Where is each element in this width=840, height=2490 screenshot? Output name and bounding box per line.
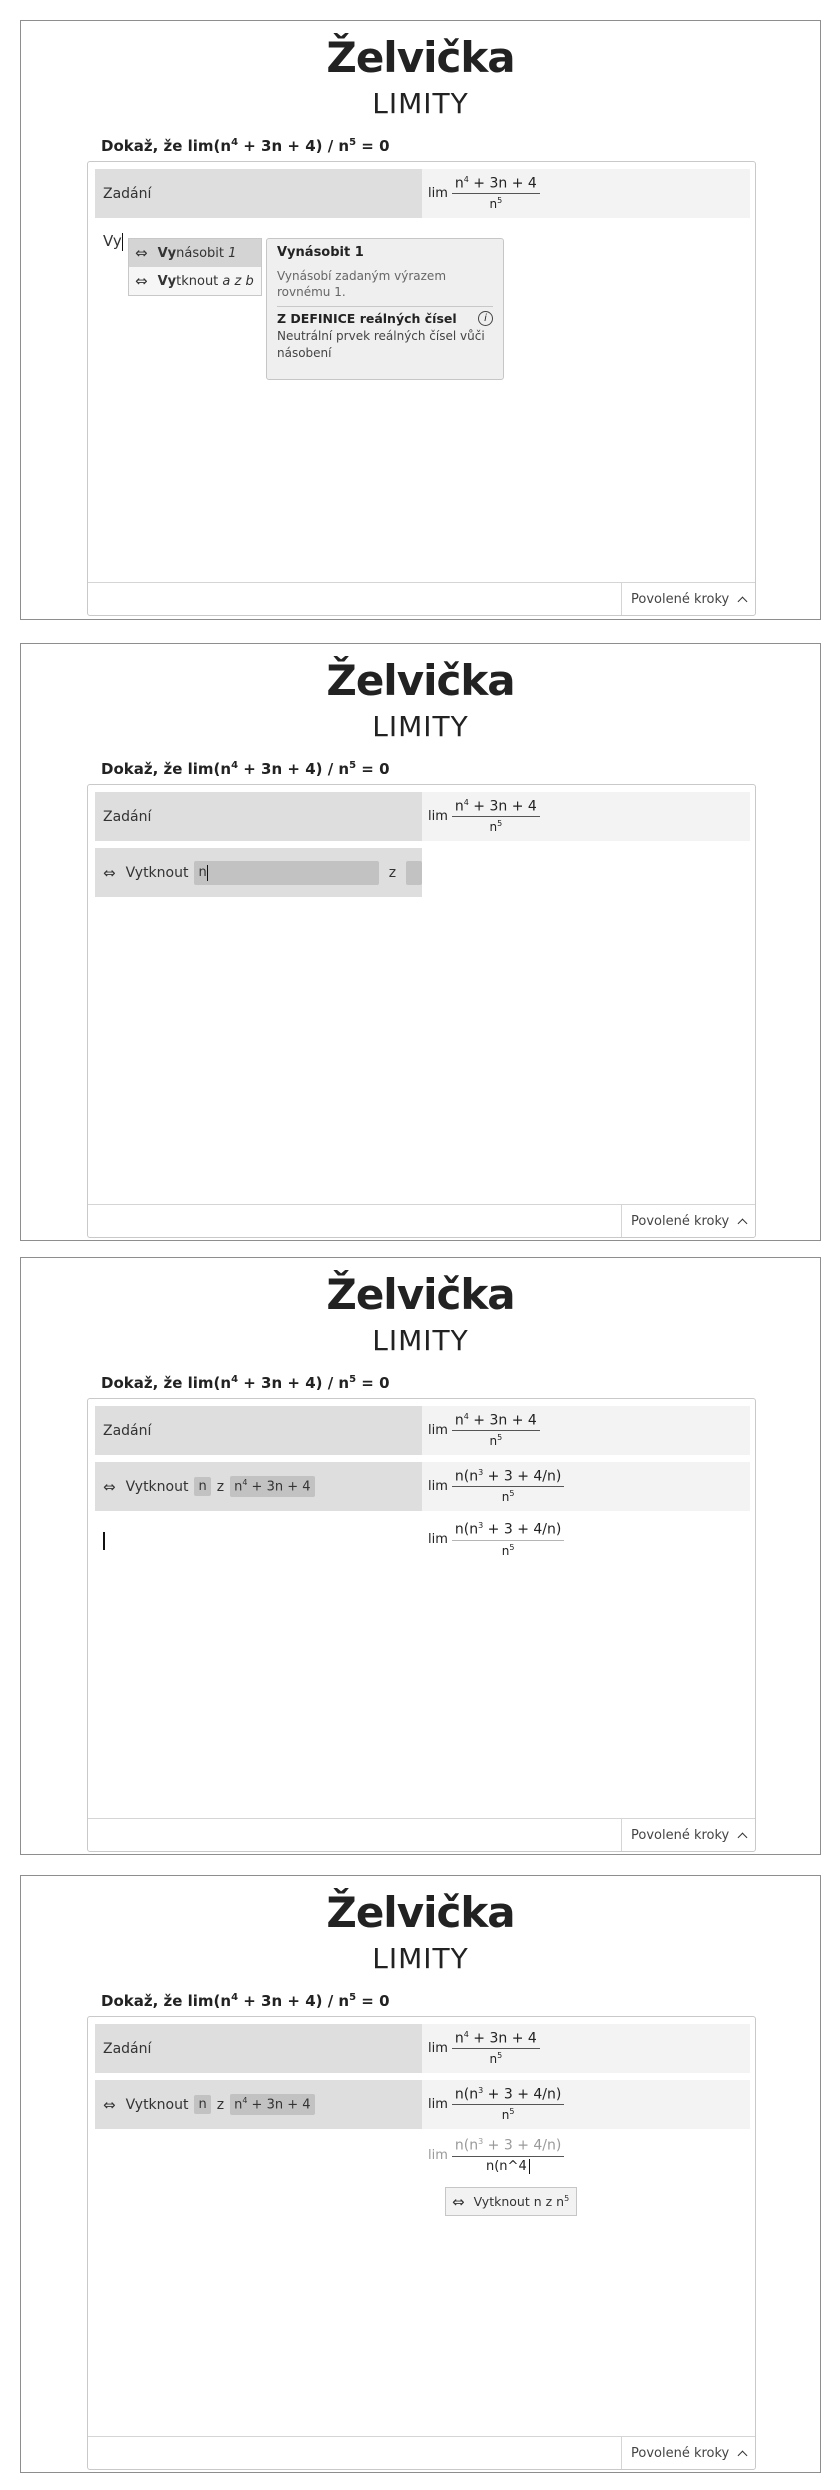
given-label: Zadání [95, 2024, 422, 2073]
factor-chip[interactable]: n [194, 1477, 211, 1496]
tooltip-definition-text: Neutrální prvek reálných čísel vůči náso… [277, 329, 485, 360]
screenshot-panel-1: Želvička LIMITY Dokaž, že lim(n4 + 3n + … [20, 20, 821, 620]
allowed-steps-button[interactable]: Povolené kroky [621, 1819, 755, 1851]
equivalence-arrow-icon: ⇔ [135, 272, 148, 290]
autocomplete-list: ⇔ Vynásobit 1 ⇔ Vytknout a z b [128, 238, 262, 296]
workspace-footer: Povolené kroky [88, 1818, 755, 1851]
factor-input[interactable]: n [194, 860, 379, 885]
problem-statement: Dokaž, že lim(n4 + 3n + 4) / n5 = 0 [101, 1992, 390, 2010]
workspace-footer: Povolené kroky [88, 1204, 755, 1237]
given-row: Zadání lim n4 + 3n + 4 n5 [95, 2024, 750, 2073]
problem-statement: Dokaž, že lim(n4 + 3n + 4) / n5 = 0 [101, 1374, 390, 1392]
given-label: Zadání [95, 1406, 422, 1455]
app-subtitle: LIMITY [372, 1942, 469, 1975]
given-expression: lim n4 + 3n + 4 n5 [422, 792, 750, 841]
denominator-input[interactable]: n(n^4 [486, 2159, 527, 2174]
step-between-label: z [388, 864, 397, 881]
app-subtitle: LIMITY [372, 710, 469, 743]
app-subtitle: LIMITY [372, 87, 469, 120]
proof-workspace: Zadání lim n4 + 3n + 4 n5 ⇔ Vytknout n z n… [87, 2016, 756, 2470]
step-name: Vytknout [125, 2096, 189, 2113]
step-input[interactable]: Vy [103, 232, 124, 251]
chevron-up-icon [737, 2450, 748, 2460]
proof-workspace: Zadání lim n4 + 3n + 4 n5 Vy ⇔ Vynásobit 1 … [87, 161, 756, 616]
autocomplete-item-vynasobit[interactable]: ⇔ Vynásobit 1 [129, 239, 261, 267]
text-caret [528, 2158, 531, 2174]
autocomplete-item-vytknout[interactable]: ⇔ Vytknout a z b [129, 267, 261, 295]
proof-workspace: Zadání lim n4 + 3n + 4 n5 ⇔ Vytknout n z n… [87, 1398, 756, 1852]
step-result: lim n(n3 + 3 + 4/n) n5 [422, 2080, 750, 2129]
step-suggestion[interactable]: ⇔ Vytknout n z n5 [445, 2187, 577, 2216]
app-title: Želvička [326, 33, 515, 82]
step-between-label: z [216, 2096, 225, 2113]
info-icon[interactable]: i [478, 311, 493, 327]
given-label: Zadání [95, 169, 422, 218]
new-step-caret[interactable] [103, 1532, 105, 1550]
expression-chip[interactable]: n4 + 3n + 4 [230, 2094, 315, 2115]
equivalence-arrow-icon: ⇔ [135, 244, 148, 262]
problem-statement: Dokaž, že lim(n4 + 3n + 4) / n5 = 0 [101, 760, 390, 778]
given-label: Zadání [95, 792, 422, 841]
step-row: ⇔ Vytknout n z n4 + 3n + 4 lim n(n3 + 3 +… [95, 2080, 750, 2129]
proof-workspace: Zadání lim n4 + 3n + 4 n5 ⇔ Vytknout n z P… [87, 784, 756, 1238]
step-result: lim n(n3 + 3 + 4/n) n5 [422, 1462, 750, 1511]
app-title: Želvička [326, 1888, 515, 1937]
workspace-footer: Povolené kroky [88, 2436, 755, 2469]
step-name: Vytknout [125, 1478, 189, 1495]
screenshot-panel-3: Želvička LIMITY Dokaž, že lim(n4 + 3n + … [20, 1257, 821, 1855]
step-tooltip: Vynásobit 1 Vynásobí zadaným výrazem rov… [266, 238, 504, 380]
allowed-steps-button[interactable]: Povolené kroky [621, 2437, 755, 2469]
allowed-steps-button[interactable]: Povolené kroky [621, 583, 755, 615]
screenshot-panel-2: Želvička LIMITY Dokaž, že lim(n4 + 3n + … [20, 643, 821, 1241]
preview-expression: lim n(n3 + 3 + 4/n) n5 [428, 1521, 565, 1559]
step-row-editing: ⇔ Vytknout n z [95, 848, 422, 897]
tooltip-description: Vynásobí zadaným výrazem rovnému 1. [277, 269, 447, 300]
expression-input[interactable] [406, 860, 422, 885]
app-subtitle: LIMITY [372, 1324, 469, 1357]
given-expression: lim n4 + 3n + 4 n5 [422, 1406, 750, 1455]
text-caret [121, 232, 124, 251]
text-caret [206, 864, 209, 881]
equivalence-arrow-icon: ⇔ [452, 2192, 465, 2211]
tooltip-title: Vynásobit 1 [277, 245, 364, 260]
screenshot-panel-4: Želvička LIMITY Dokaž, že lim(n4 + 3n + … [20, 1875, 821, 2473]
step-row: ⇔ Vytknout n z n4 + 3n + 4 lim n(n3 + 3 +… [95, 1462, 750, 1511]
given-row: Zadání lim n4 + 3n + 4 n5 [95, 792, 750, 841]
expression-chip[interactable]: n4 + 3n + 4 [230, 1476, 315, 1497]
equivalence-arrow-icon: ⇔ [103, 1477, 116, 1496]
app-title: Želvička [326, 1270, 515, 1319]
editing-expression[interactable]: lim n(n3 + 3 + 4/n) n(n^4 [428, 2137, 565, 2175]
tooltip-definition-title: Z DEFINICE reálných čísel i [277, 311, 493, 327]
chevron-up-icon [737, 1832, 748, 1842]
workspace-footer: Povolené kroky [88, 582, 755, 615]
chevron-up-icon [737, 1218, 748, 1228]
equivalence-arrow-icon: ⇔ [103, 863, 116, 882]
allowed-steps-button[interactable]: Povolené kroky [621, 1205, 755, 1237]
factor-chip[interactable]: n [194, 2095, 211, 2114]
chevron-up-icon [737, 596, 748, 606]
step-name: Vytknout [125, 864, 189, 881]
given-expression: lim n4 + 3n + 4 n5 [422, 169, 750, 218]
equivalence-arrow-icon: ⇔ [103, 2095, 116, 2114]
given-expression: lim n4 + 3n + 4 n5 [422, 2024, 750, 2073]
step-between-label: z [216, 1478, 225, 1495]
given-row: Zadání lim n4 + 3n + 4 n5 [95, 169, 750, 218]
problem-statement: Dokaž, že lim(n4 + 3n + 4) / n5 = 0 [101, 137, 390, 155]
app-title: Želvička [326, 656, 515, 705]
given-row: Zadání lim n4 + 3n + 4 n5 [95, 1406, 750, 1455]
